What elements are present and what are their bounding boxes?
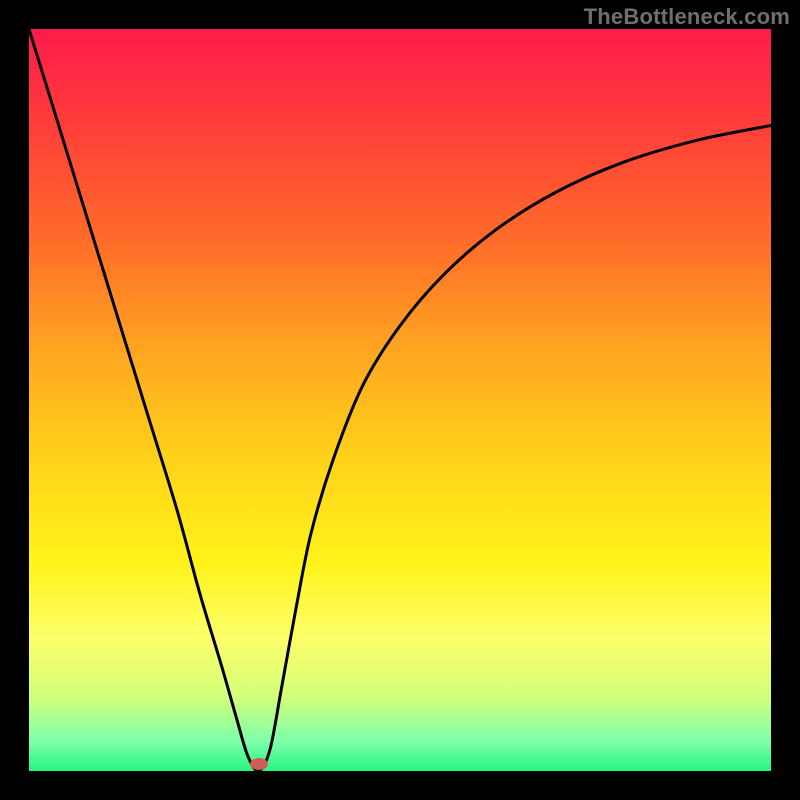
watermark-text: TheBottleneck.com xyxy=(584,4,790,30)
bottleneck-curve xyxy=(29,29,771,771)
trough-marker xyxy=(250,758,268,770)
chart-frame: TheBottleneck.com xyxy=(0,0,800,800)
plot-area xyxy=(29,29,771,771)
